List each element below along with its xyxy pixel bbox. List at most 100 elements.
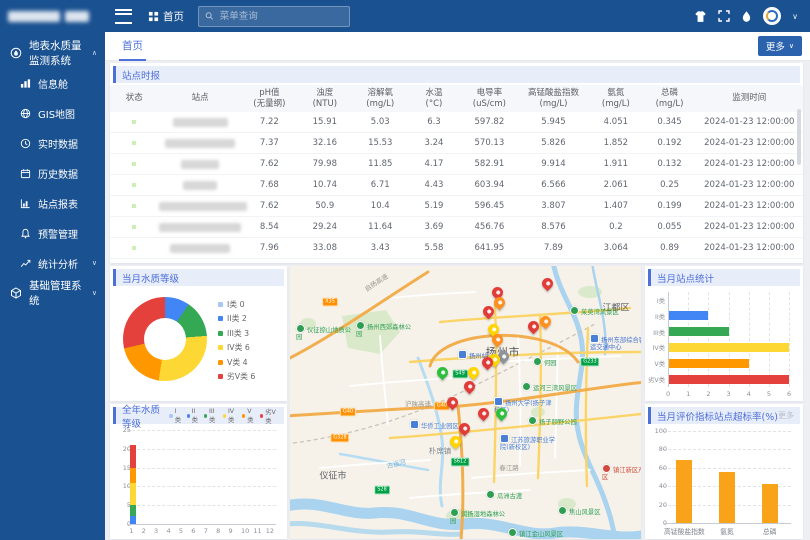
park-poi-icon [296, 324, 305, 333]
sidebar-item-GIS地图[interactable]: GIS地图 [0, 98, 105, 128]
sidebar-item-信息舱[interactable]: 信息舱 [0, 68, 105, 98]
legend-item[interactable]: V类 [242, 408, 255, 424]
stacked-bar-segment[interactable] [130, 483, 136, 506]
breadcrumb-home[interactable]: 首页 [148, 9, 184, 24]
road-shield: S28 [374, 486, 390, 495]
legend-item[interactable]: III类 3 [218, 326, 255, 341]
cell-value: 7.37 [242, 133, 297, 154]
stacked-bar-segment[interactable] [130, 468, 136, 483]
station-map[interactable]: 扬州市仪征市江都区朴席镇沪陕高速启扬高速春江路古运河扬州西郊森林公园仪征捺山地质… [290, 266, 641, 539]
cell-value: 603.94 [460, 175, 519, 196]
chevron-down-icon[interactable]: ∨ [792, 12, 798, 21]
tab-home[interactable]: 首页 [119, 31, 146, 61]
park-poi-icon [558, 506, 567, 515]
legend-item[interactable]: I类 0 [218, 297, 255, 312]
cell-value: 8.54 [242, 217, 297, 238]
cell-value: 15.91 [297, 112, 352, 133]
legend-item[interactable]: IV类 6 [218, 341, 255, 356]
sidebar-item-历史数据[interactable]: 历史数据 [0, 158, 105, 188]
hbar[interactable] [669, 359, 749, 368]
avatar[interactable] [763, 7, 781, 25]
legend-item[interactable]: I类 [169, 408, 181, 424]
exceed-rate-title: 当月评价指标站点超标率(%) 更多 [648, 407, 800, 424]
cell-value: 29.24 [297, 217, 352, 238]
map-label: 茱萸湾风景区 [570, 306, 628, 316]
park-poi-icon [528, 416, 537, 425]
legend-item[interactable]: V类 4 [218, 355, 255, 370]
table-row[interactable]: 8.5429.2411.643.69456.768.5760.20.055202… [110, 217, 803, 238]
legend-item[interactable]: 劣V类 [260, 407, 278, 425]
exceed-rate-chart[interactable]: 020406080100高锰酸盐指数氨氮总磷 [645, 424, 803, 538]
hbar[interactable] [669, 375, 789, 384]
table-row[interactable]: 7.2215.915.036.3597.825.9454.0510.345202… [110, 112, 803, 133]
table-row[interactable]: 7.6250.910.45.19596.453.8071.4070.199202… [110, 196, 803, 217]
annual-grade-panel: 全年水质等级 I类II类III类IV类V类劣V类 051015202512345… [110, 404, 287, 539]
flame-icon[interactable] [741, 10, 752, 23]
cell-value: 570.13 [460, 133, 519, 154]
cell-value: 7.68 [242, 175, 297, 196]
search-input[interactable] [218, 10, 343, 23]
legend-item[interactable]: 劣V类 6 [218, 370, 255, 385]
clock-icon [20, 138, 31, 149]
monthly-station-stats-chart[interactable]: 0123456I类II类III类IV类V类劣V类 [645, 286, 803, 400]
menu-search[interactable] [198, 6, 350, 27]
sidebar-item-预警管理[interactable]: 预警管理 [0, 218, 105, 248]
exceed-rate-more-link[interactable]: 更多 [778, 410, 794, 421]
hbar[interactable] [669, 343, 789, 352]
menu-toggle-icon[interactable] [115, 9, 132, 24]
fullscreen-icon[interactable] [718, 10, 730, 22]
stacked-bar-segment[interactable] [130, 516, 136, 524]
vbar[interactable] [762, 484, 778, 523]
hbar[interactable] [669, 327, 729, 336]
column-header: 氨氮(mg/L) [588, 85, 643, 112]
column-header: 状态 [110, 85, 159, 112]
cell-value: 0.132 [644, 154, 696, 175]
campus-poi-icon [494, 397, 503, 406]
donut-chart[interactable] [123, 297, 207, 381]
hbar[interactable] [669, 311, 708, 320]
annual-grade-chart[interactable]: 0510152025123456789101112 [110, 424, 287, 538]
legend-item[interactable]: II类 [187, 408, 199, 424]
sidebar-item-label: 实时数据 [38, 136, 78, 151]
column-header: 水温(°C) [408, 85, 460, 112]
monthly-grade-donut-chart: I类 0II类 2III类 3IV类 6V类 4劣V类 6 [110, 286, 287, 400]
sidebar-item-站点报表[interactable]: 站点报表 [0, 188, 105, 218]
sidebar-section-1[interactable]: 基础管理系统∨ [0, 278, 105, 308]
table-row[interactable]: 7.6279.9811.854.17582.919.9141.9110.1322… [110, 154, 803, 175]
sidebar-item-统计分析[interactable]: 统计分析∨ [0, 248, 105, 278]
theme-icon[interactable] [694, 10, 707, 23]
vbar[interactable] [676, 460, 692, 523]
park-poi-icon [450, 508, 459, 517]
sidebar-section-0[interactable]: 地表水质量监测系统∧ [0, 38, 105, 68]
sidebar-item-label: 信息舱 [38, 76, 68, 91]
table-row[interactable]: 7.6810.746.714.43603.946.5662.0610.25202… [110, 175, 803, 196]
legend-item[interactable]: IV类 [223, 408, 237, 424]
cell-value: 1.407 [588, 196, 643, 217]
column-header: 电导率(uS/cm) [460, 85, 519, 112]
breadcrumb-home-label: 首页 [163, 9, 184, 24]
legend-item[interactable]: III类 [204, 408, 218, 424]
stacked-bar-segment[interactable] [130, 505, 136, 516]
table-scrollbar[interactable] [797, 109, 801, 165]
sidebar-section-label: 基础管理系统 [29, 278, 85, 308]
chevron-down-icon: ∨ [789, 42, 794, 50]
cell-value: 7.89 [519, 238, 588, 259]
water-system-icon [10, 47, 22, 59]
legend-item[interactable]: II类 2 [218, 312, 255, 327]
park-poi-icon [486, 490, 495, 499]
more-tabs-button[interactable]: 更多 ∨ [758, 36, 802, 56]
table-row[interactable]: 7.9633.083.435.58641.957.893.0640.892024… [110, 238, 803, 259]
table-row[interactable]: 7.3732.1615.533.24570.135.8261.8520.1922… [110, 133, 803, 154]
cell-value: 2024-01-23 12:00:00 [696, 112, 803, 133]
cell-value: 11.85 [353, 154, 408, 175]
map-label: 扬州西郊森林公园 [356, 321, 414, 338]
sidebar-item-实时数据[interactable]: 实时数据 [0, 128, 105, 158]
grid-icon [148, 11, 159, 22]
vbar[interactable] [719, 472, 735, 523]
sidebar-item-label: GIS地图 [38, 106, 75, 121]
cell-value: 1.852 [588, 133, 643, 154]
cell-value: 3.807 [519, 196, 588, 217]
cell-value: 456.76 [460, 217, 519, 238]
stacked-bar-segment[interactable] [130, 445, 136, 468]
cell-value: 5.03 [353, 112, 408, 133]
